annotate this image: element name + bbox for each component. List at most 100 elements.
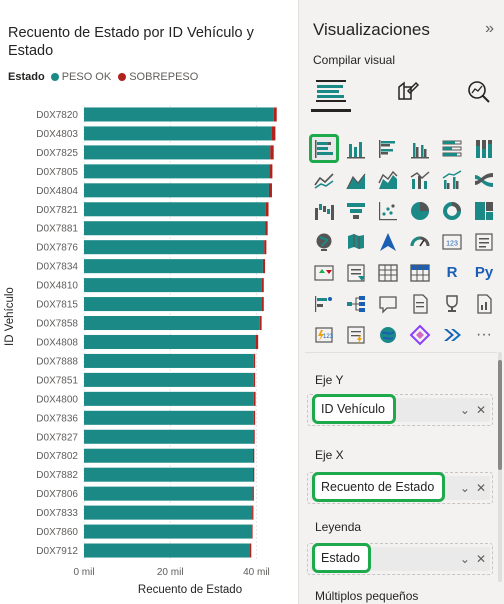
python-visual[interactable]: Py [469,258,499,287]
line-chart-visual[interactable] [309,165,339,194]
y-axis-well[interactable]: ID Vehículo ⌄ ✕ [307,394,493,426]
close-icon[interactable]: ✕ [476,552,486,566]
bar-sobrepeso[interactable] [255,334,259,349]
bar-peso-ok[interactable] [84,505,253,520]
bar-peso-ok[interactable] [84,334,256,349]
bar-peso-ok[interactable] [84,429,254,444]
filled-map-visual[interactable] [341,227,371,256]
pie-chart-visual[interactable] [405,196,435,225]
bar-sobrepeso[interactable] [259,316,262,331]
table-visual[interactable] [373,258,403,287]
stacked-area-chart-visual[interactable] [373,165,403,194]
legend-field-chip[interactable]: Estado ⌄ ✕ [310,543,490,573]
legend-well[interactable]: Estado ⌄ ✕ [307,543,493,575]
bar-peso-ok[interactable] [84,240,265,255]
bar-peso-ok[interactable] [84,183,269,198]
donut-chart-visual[interactable] [437,196,467,225]
goals-visual[interactable] [437,289,467,318]
bar-peso-ok[interactable] [84,259,263,274]
area-chart-visual[interactable] [341,165,371,194]
build-visual-tab[interactable] [311,72,351,112]
power-apps-diamond-visual[interactable] [405,320,435,349]
decomposition-tree-visual[interactable] [341,289,371,318]
more-visuals-button[interactable]: ··· [469,320,499,349]
funnel-chart-visual[interactable] [341,196,371,225]
bar-sobrepeso[interactable] [252,486,254,501]
bar-peso-ok[interactable] [84,353,254,368]
paginated-report-visual[interactable] [469,289,499,318]
multi-row-card-visual[interactable] [469,227,499,256]
bar-sobrepeso[interactable] [253,353,256,368]
close-icon[interactable]: ✕ [476,481,486,495]
power-automate-arrows-visual[interactable] [437,320,467,349]
bar-sobrepeso[interactable] [261,297,264,312]
bar-peso-ok[interactable] [84,543,250,558]
bar-sobrepeso[interactable] [252,467,255,482]
kpi-visual[interactable] [309,258,339,287]
bar-sobrepeso[interactable] [265,221,268,236]
clustered-column-chart-visual[interactable] [405,134,435,163]
bar-sobrepeso[interactable] [253,410,256,425]
qa-visual[interactable] [373,289,403,318]
key-influencers-visual[interactable] [309,289,339,318]
arcgis-map-visual[interactable] [373,320,403,349]
bar-peso-ok[interactable] [84,372,254,387]
stacked-column-chart-visual[interactable] [341,134,371,163]
bar-peso-ok[interactable] [84,448,253,463]
bar-peso-ok[interactable] [84,467,253,482]
bar-sobrepeso[interactable] [268,183,272,198]
azure-map-visual[interactable] [373,227,403,256]
bar-peso-ok[interactable] [84,107,274,122]
y-axis-field-chip[interactable]: ID Vehículo ⌄ ✕ [310,394,490,424]
100-stacked-column-chart-visual[interactable] [469,134,499,163]
bar-sobrepeso[interactable] [252,448,255,463]
collapse-pane-button[interactable]: » [485,20,494,38]
bar-sobrepeso[interactable] [252,505,254,520]
scatter-chart-visual[interactable] [373,196,403,225]
bar-peso-ok[interactable] [84,410,254,425]
power-apps-visual[interactable]: 123 [309,320,339,349]
analytics-tab[interactable] [459,72,499,112]
chevron-down-icon[interactable]: ⌄ [460,403,470,417]
line-and-stacked-column-visual[interactable] [405,165,435,194]
bar-sobrepeso[interactable] [262,259,266,274]
gauge-visual[interactable] [405,227,435,256]
bar-sobrepeso[interactable] [249,543,252,558]
legend-field-name[interactable]: Estado [312,543,371,573]
bar-peso-ok[interactable] [84,297,262,312]
bar-peso-ok[interactable] [84,316,260,331]
bar-peso-ok[interactable] [84,486,253,501]
bar-peso-ok[interactable] [84,524,252,539]
bar-sobrepeso[interactable] [261,278,264,293]
smart-narrative-visual[interactable] [405,289,435,318]
bar-sobrepeso[interactable] [270,145,274,160]
matrix-visual[interactable] [405,258,435,287]
chart-panel[interactable]: Recuento de Estado por ID Vehículo y Est… [0,0,296,604]
ribbon-chart-visual[interactable] [469,165,499,194]
bar-sobrepeso[interactable] [271,126,276,141]
x-axis-well[interactable]: Recuento de Estado ⌄ ✕ [307,472,493,504]
y-axis-field-name[interactable]: ID Vehículo [312,394,396,424]
pane-scrollbar-thumb[interactable] [498,360,502,470]
bar-sobrepeso[interactable] [253,391,256,406]
close-icon[interactable]: ✕ [476,403,486,417]
map-visual[interactable] [309,227,339,256]
bar-sobrepeso[interactable] [273,107,277,122]
bar-peso-ok[interactable] [84,126,272,141]
r-script-visual[interactable]: R [437,258,467,287]
bar-sobrepeso[interactable] [253,429,255,444]
bar-peso-ok[interactable] [84,278,262,293]
bar-peso-ok[interactable] [84,391,254,406]
x-axis-field-name[interactable]: Recuento de Estado [312,472,446,502]
bar-sobrepeso[interactable] [265,202,269,217]
waterfall-chart-visual[interactable] [309,196,339,225]
chevron-down-icon[interactable]: ⌄ [460,481,470,495]
bar-peso-ok[interactable] [84,145,271,160]
slicer-visual[interactable] [341,258,371,287]
bar-peso-ok[interactable] [84,221,266,236]
bar-sobrepeso[interactable] [251,524,253,539]
card-visual[interactable]: 123 [437,227,467,256]
bar-peso-ok[interactable] [84,202,266,217]
chevron-down-icon[interactable]: ⌄ [460,552,470,566]
format-visual-tab[interactable] [387,72,427,112]
